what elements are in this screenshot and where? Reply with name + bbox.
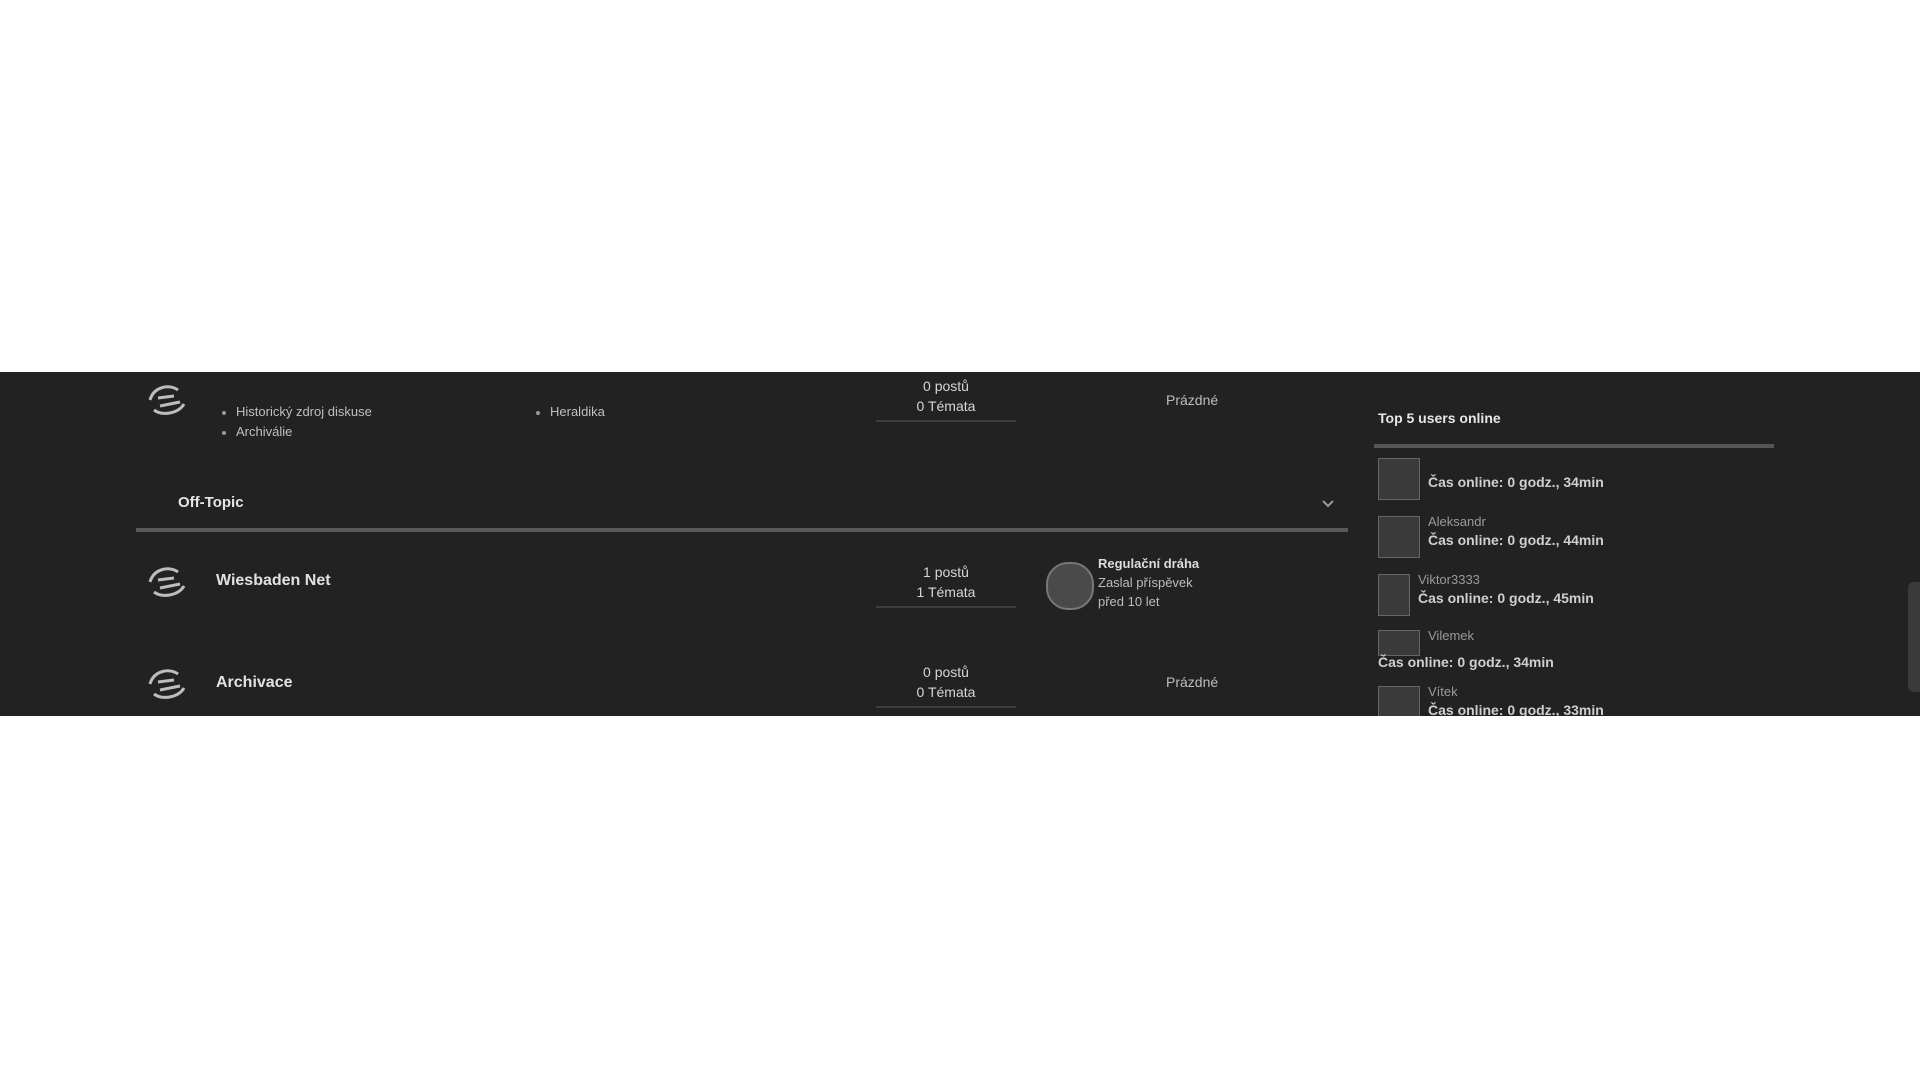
forum-title[interactable]: Wiesbaden Net bbox=[216, 572, 331, 590]
forum-stats: 1 postů 1 Témata bbox=[876, 562, 1016, 608]
online-user-item[interactable]: Aleksandr Čas online: 0 godz., 44min bbox=[1378, 512, 1774, 566]
sidebar-title: Top 5 users online bbox=[1378, 410, 1501, 426]
forum-page-band: Historický zdroj diskuse Archiválie Hera… bbox=[0, 372, 1920, 716]
posts-count: 1 postů bbox=[923, 564, 969, 580]
topics-count: 1 Témata bbox=[916, 584, 976, 600]
last-post-title[interactable]: Regulační dráha bbox=[1098, 554, 1318, 573]
user-name[interactable]: Viktor3333 bbox=[1418, 572, 1480, 587]
user-name[interactable]: Vilemek bbox=[1428, 628, 1474, 643]
online-user-item[interactable]: Viktor3333 Čas online: 0 godz., 45min bbox=[1378, 570, 1774, 624]
avatar[interactable] bbox=[1378, 574, 1410, 616]
subforum-link[interactable]: Heraldika bbox=[536, 402, 605, 422]
forum-list: Historický zdroj diskuse Archiválie Hera… bbox=[136, 372, 1348, 716]
forum-stats: 0 postů 0 Témata bbox=[876, 376, 1016, 422]
forum-stats: 0 postů 0 Témata bbox=[876, 662, 1016, 708]
avatar[interactable] bbox=[1378, 686, 1420, 716]
topics-count: 0 Témata bbox=[916, 398, 976, 414]
online-time: Čas online: 0 godz., 44min bbox=[1428, 532, 1604, 548]
user-name[interactable]: Vítek bbox=[1428, 684, 1458, 699]
online-time: Čas online: 0 godz., 34min bbox=[1428, 474, 1604, 490]
avatar[interactable] bbox=[1378, 516, 1420, 558]
posts-count: 0 postů bbox=[923, 664, 969, 680]
section-divider bbox=[136, 528, 1348, 532]
forum-row-top[interactable]: Historický zdroj diskuse Archiválie Hera… bbox=[136, 372, 1348, 462]
forum-logo-icon bbox=[144, 562, 192, 602]
sidebar-top-online: Top 5 users online Čas online: 0 godz., … bbox=[1374, 372, 1774, 716]
avatar[interactable] bbox=[1378, 458, 1420, 500]
online-time: Čas online: 0 godz., 33min bbox=[1428, 702, 1604, 716]
user-name[interactable]: Aleksandr bbox=[1428, 514, 1486, 529]
sidebar-divider bbox=[1374, 444, 1774, 448]
last-poster-avatar[interactable] bbox=[1046, 562, 1094, 610]
forum-row[interactable]: Archivace 0 postů 0 Témata Prázdné bbox=[136, 654, 1348, 716]
last-post-time: před 10 let bbox=[1098, 594, 1160, 609]
online-user-item[interactable]: Vítek Čas online: 0 godz., 33min bbox=[1378, 682, 1774, 716]
forum-row[interactable]: Wiesbaden Net 1 postů 1 Témata Regulační… bbox=[136, 554, 1348, 634]
online-user-item[interactable]: Vilemek Čas online: 0 godz., 34min bbox=[1378, 626, 1774, 680]
online-time: Čas online: 0 godz., 45min bbox=[1418, 590, 1594, 606]
subforum-list-left: Historický zdroj diskuse Archiválie bbox=[222, 402, 372, 442]
online-user-item[interactable]: Čas online: 0 godz., 34min bbox=[1378, 454, 1774, 508]
last-post-author: Zaslal příspěvek bbox=[1098, 575, 1193, 590]
last-post-info: Regulační dráha Zaslal příspěvek před 10… bbox=[1098, 554, 1318, 611]
forum-title[interactable]: Archivace bbox=[216, 674, 293, 692]
avatar[interactable] bbox=[1378, 630, 1420, 656]
online-time: Čas online: 0 godz., 34min bbox=[1378, 654, 1554, 670]
subforum-link[interactable]: Archiválie bbox=[222, 422, 372, 442]
subforum-link[interactable]: Historický zdroj diskuse bbox=[222, 402, 372, 422]
section-header-off-topic[interactable]: Off-Topic bbox=[136, 486, 1348, 522]
posts-count: 0 postů bbox=[923, 378, 969, 394]
subforum-list-right: Heraldika bbox=[536, 402, 605, 422]
section-title: Off-Topic bbox=[178, 494, 244, 511]
forum-logo-icon bbox=[144, 380, 192, 420]
forum-logo-icon bbox=[144, 664, 192, 704]
scrollbar[interactable] bbox=[1908, 582, 1920, 692]
topics-count: 0 Témata bbox=[916, 684, 976, 700]
chevron-down-icon[interactable] bbox=[1320, 496, 1336, 512]
